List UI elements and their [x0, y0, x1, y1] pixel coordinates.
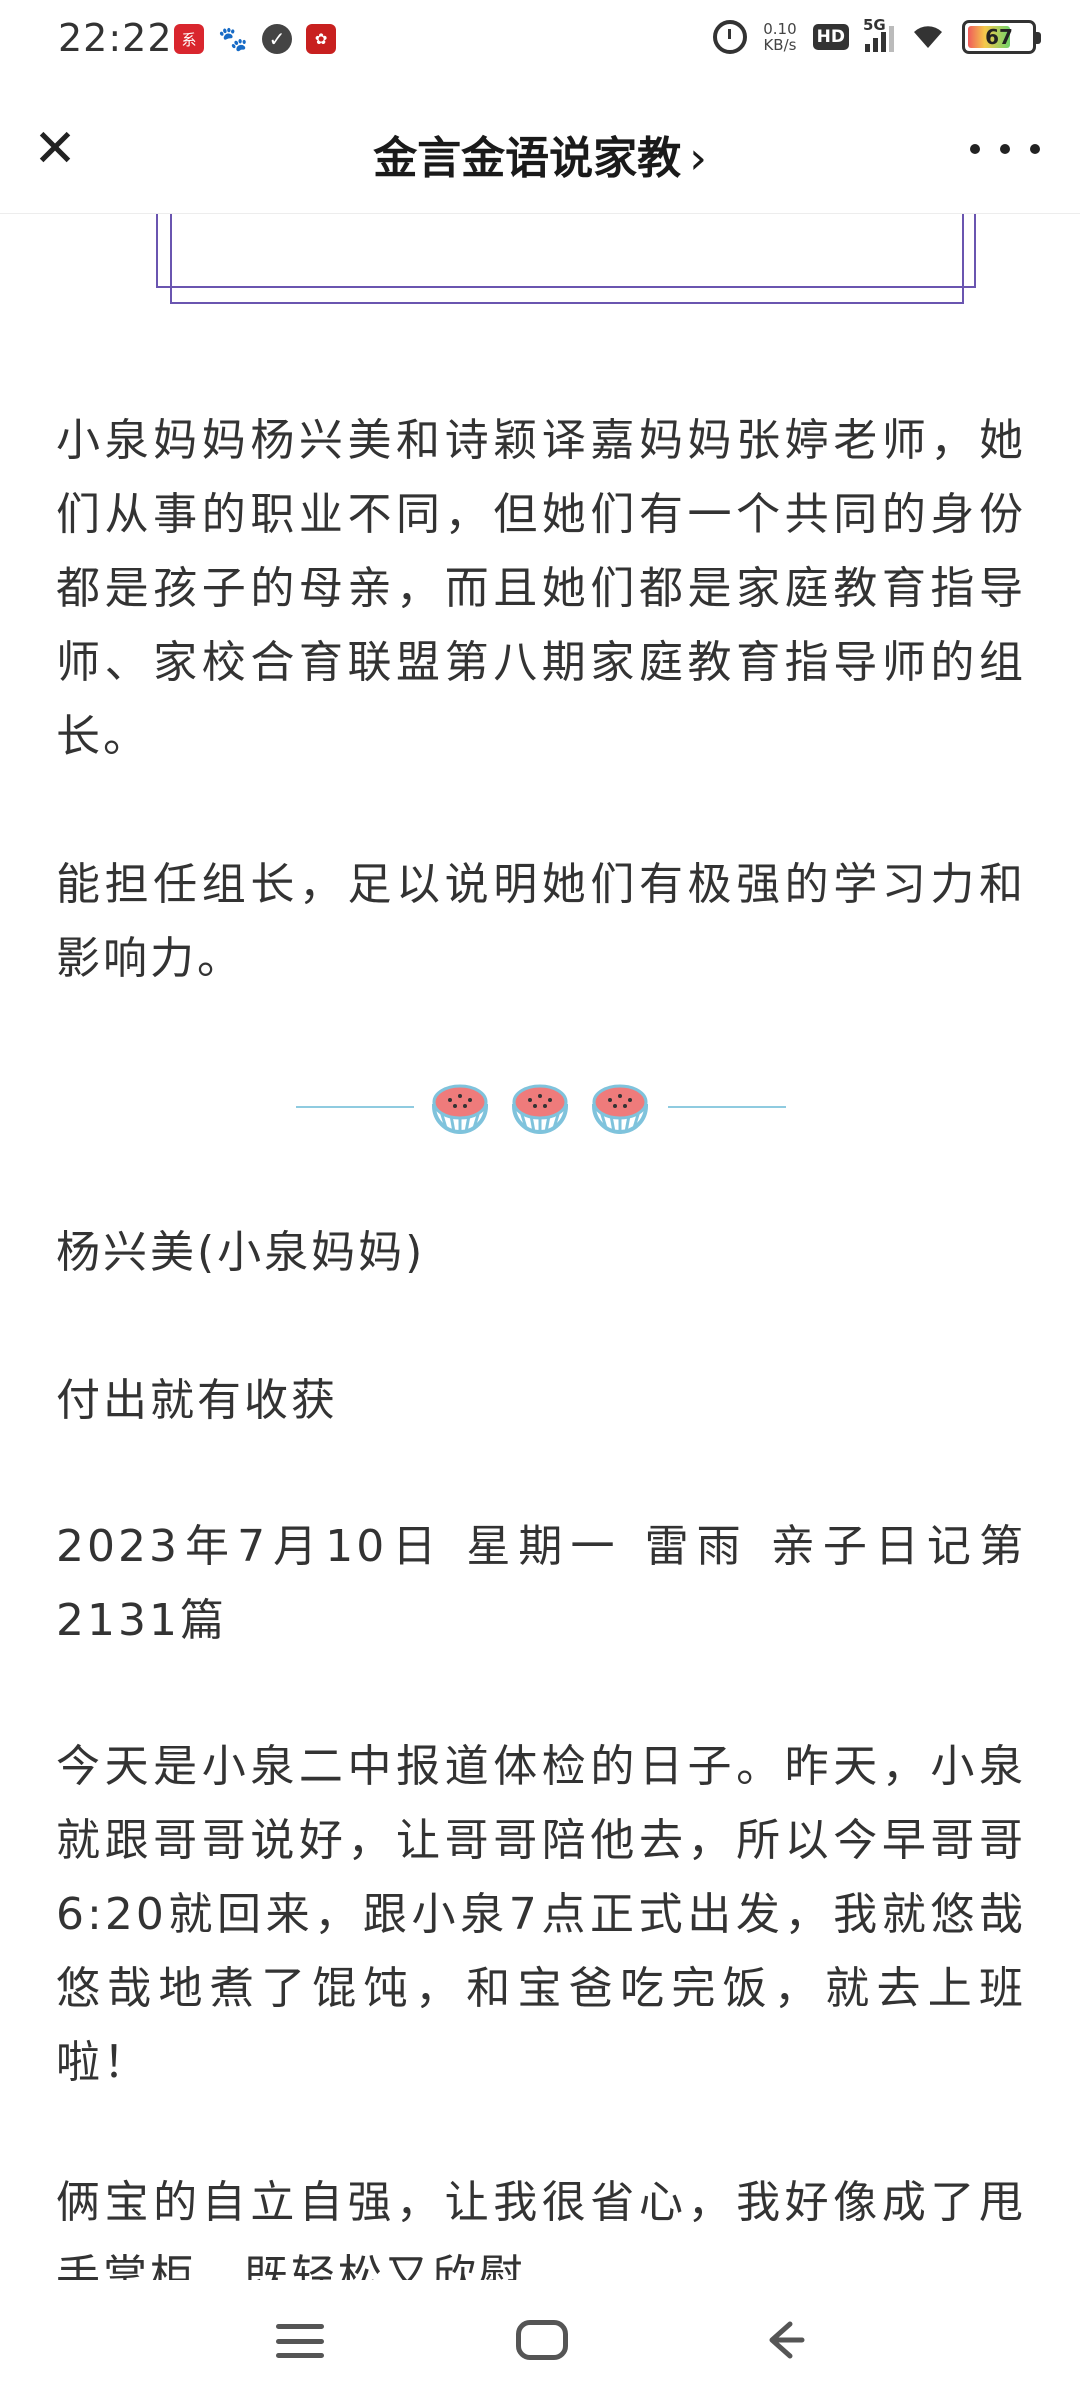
hd-icon: HD — [812, 24, 849, 50]
article-content[interactable]: 小泉妈妈杨兴美和诗颖译嘉妈妈张婷老师，她们从事的职业不同，但她们有一个共同的身份… — [0, 214, 1080, 2280]
back-button[interactable] — [756, 2312, 812, 2368]
chevron-right-icon: › — [689, 133, 707, 184]
page-title-text: 金言金语说家教 — [373, 133, 682, 184]
status-bar: 22:22 系 🐾 ✓ ✿ 0.10 KB/s HD 5G 67 — [0, 0, 1080, 84]
author-name: 杨兴美(小泉妈妈) — [56, 1227, 426, 1278]
home-button[interactable] — [516, 2320, 568, 2360]
more-dot-icon — [970, 144, 980, 154]
status-indicators: 0.10 KB/s HD 5G 67 — [713, 16, 1041, 54]
wifi-icon — [910, 20, 946, 54]
article-paragraph: 小泉妈妈杨兴美和诗颖译嘉妈妈张婷老师，她们从事的职业不同，但她们有一个共同的身份… — [56, 415, 1026, 762]
more-button[interactable] — [970, 124, 1040, 174]
news-app-icon: 系 — [174, 24, 204, 54]
battery-icon: 67 — [962, 20, 1041, 54]
recent-apps-button[interactable] — [276, 2324, 324, 2358]
nav-bar: ✕ 金言金语说家教 › — [0, 84, 1080, 214]
divider-line — [296, 1106, 414, 1108]
status-time: 22:22 — [58, 16, 173, 60]
alarm-icon — [713, 20, 748, 54]
page-title[interactable]: 金言金语说家教 › — [0, 122, 1080, 186]
system-nav-bar — [0, 2280, 1080, 2400]
watermelon-icon — [511, 1084, 569, 1134]
article-paragraph: 俩宝的自立自强，让我很省心，我好像成了甩手掌柜，既轻松又欣慰。 — [56, 2177, 1026, 2280]
decorative-frame-inner — [170, 214, 964, 304]
status-app-icons: 系 🐾 ✓ ✿ — [174, 24, 336, 54]
divider-line — [668, 1106, 786, 1108]
battery-level: 67 — [985, 25, 1013, 49]
more-dot-icon — [1030, 144, 1040, 154]
baidu-icon: 🐾 — [218, 24, 248, 54]
watermelon-icon — [431, 1084, 489, 1134]
signal-icon: 5G — [863, 16, 894, 52]
section-heading: 付出就有收获 — [56, 1375, 338, 1426]
network-speed: 0.10 KB/s — [763, 20, 797, 54]
diary-date: 2023年7月10日 星期一 雷雨 亲子日记第2131篇 — [56, 1521, 1026, 1646]
section-divider — [296, 1072, 786, 1142]
article-paragraph: 今天是小泉二中报道体检的日子。昨天，小泉就跟哥哥说好，让哥哥陪他去，所以今早哥哥… — [56, 1741, 1026, 2088]
article-paragraph: 能担任组长，足以说明她们有极强的学习力和影响力。 — [56, 859, 1026, 984]
back-arrow-icon — [769, 2321, 805, 2359]
menu-line-icon — [276, 2324, 324, 2329]
menu-line-icon — [276, 2353, 324, 2358]
menu-line-icon — [276, 2338, 324, 2344]
red-app-icon: ✿ — [306, 24, 336, 54]
watermelon-icon — [591, 1084, 649, 1134]
more-dot-icon — [1000, 144, 1010, 154]
network-type: 5G — [863, 16, 886, 34]
check-icon: ✓ — [262, 24, 292, 54]
